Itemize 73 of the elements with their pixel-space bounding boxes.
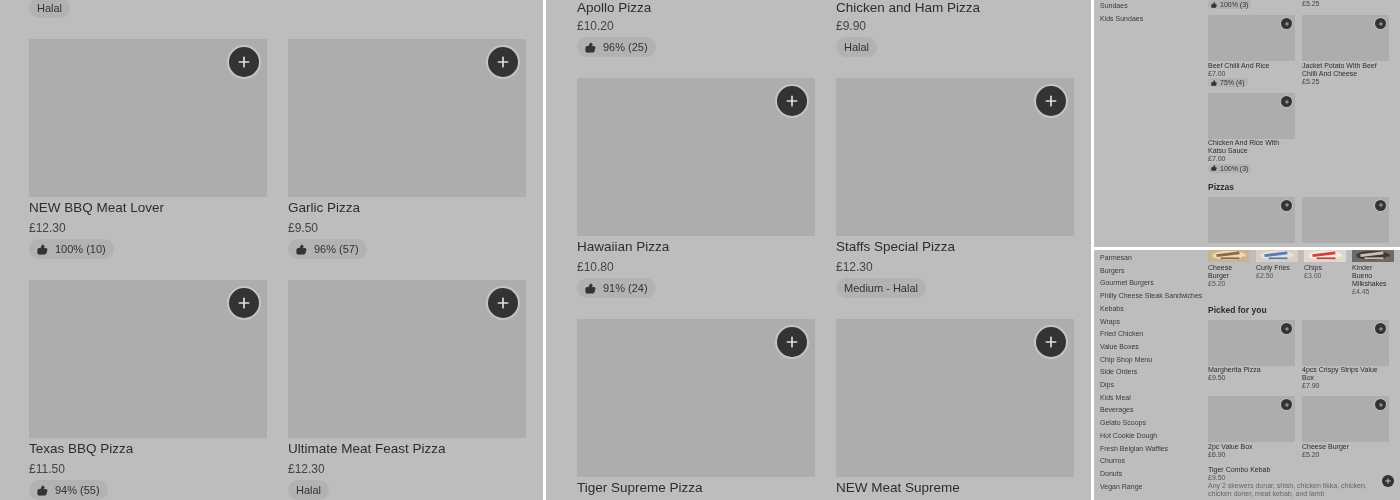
plus-icon — [236, 295, 252, 311]
tag-badge: Halal — [288, 480, 330, 500]
thumbs-up-icon — [37, 484, 48, 496]
item-name: Hawaiian Pizza — [577, 238, 670, 256]
plus-icon — [784, 93, 800, 109]
rating-badge: 96% (25) — [577, 37, 656, 57]
plus-icon — [784, 334, 800, 350]
plus-icon — [236, 54, 252, 70]
plus-icon — [1283, 20, 1290, 27]
item-name: Staffs Special Pizza — [836, 238, 956, 256]
item-name: Apollo Pizza — [577, 0, 652, 16]
plus-icon — [1377, 401, 1384, 408]
add-button[interactable] — [1374, 322, 1387, 335]
item-name: NEW BBQ Meat Lover — [29, 199, 165, 217]
add-button[interactable] — [1036, 86, 1066, 116]
add-button[interactable] — [488, 47, 518, 77]
rating-badge: 91% (24) — [577, 278, 656, 298]
item-price: £12.30 — [836, 259, 873, 276]
plus-icon — [495, 295, 511, 311]
add-button[interactable] — [229, 288, 259, 318]
add-button[interactable] — [1280, 322, 1293, 335]
plus-icon — [1043, 334, 1059, 350]
item-name: Chicken and Ham Pizza — [836, 0, 981, 16]
add-button[interactable] — [777, 86, 807, 116]
plus-icon — [1283, 98, 1290, 105]
rating-badge: 100% (10) — [29, 239, 114, 259]
add-button[interactable] — [1280, 199, 1293, 211]
add-button[interactable] — [1036, 327, 1066, 357]
add-button[interactable] — [1280, 399, 1293, 411]
plus-icon — [1043, 93, 1059, 109]
add-button[interactable] — [1374, 199, 1387, 211]
rating-badge: 94% (55) — [29, 480, 108, 500]
thumbs-up-icon — [37, 243, 48, 255]
add-button[interactable] — [777, 327, 807, 357]
tag-badge: Halal — [836, 37, 878, 57]
item-name: Garlic Pizza — [288, 199, 360, 217]
thumbs-up-icon — [585, 282, 596, 294]
item-price: £12.30 — [288, 461, 325, 478]
thumbs-up-icon — [585, 41, 596, 53]
add-button[interactable] — [1374, 18, 1387, 30]
add-button[interactable] — [1374, 399, 1387, 411]
item-name: NEW Meat Supreme — [836, 479, 960, 497]
item-name: Tiger Supreme Pizza — [577, 479, 703, 497]
thumbs-up-icon — [1211, 165, 1217, 172]
add-button[interactable] — [1382, 474, 1394, 487]
plus-icon — [495, 54, 511, 70]
thumbs-up-icon — [1211, 1, 1217, 8]
item-price: £12.30 — [29, 220, 66, 237]
item-price: £10.80 — [577, 259, 614, 276]
plus-icon — [1377, 20, 1384, 27]
rating-badge: 96% (57) — [288, 239, 367, 259]
add-button[interactable] — [1280, 18, 1293, 30]
thumbs-up-icon — [296, 243, 307, 255]
plus-icon — [1283, 325, 1290, 332]
plus-icon — [1283, 202, 1290, 209]
tag-badge: Medium - Halal — [836, 278, 926, 298]
section-heading: Picked for you — [1208, 305, 1268, 315]
item-name: Texas BBQ Pizza — [29, 440, 134, 458]
item-price: £10.20 — [577, 18, 614, 35]
plus-icon — [1377, 202, 1384, 209]
add-button[interactable] — [488, 288, 518, 318]
section-heading: Pizzas — [1208, 181, 1235, 192]
item-price: £9.50 — [288, 220, 319, 237]
item-price: £11.50 — [29, 461, 65, 478]
item-price: £9.90 — [836, 18, 867, 35]
plus-icon — [1377, 325, 1384, 332]
plus-icon — [1283, 401, 1290, 408]
thumbs-up-icon — [1211, 79, 1217, 86]
plus-icon — [1384, 476, 1392, 485]
item-name: Ultimate Meat Feast Pizza — [288, 440, 446, 458]
tag-badge: Halal — [29, 0, 71, 18]
add-button[interactable] — [1280, 96, 1293, 108]
add-button[interactable] — [229, 47, 259, 77]
